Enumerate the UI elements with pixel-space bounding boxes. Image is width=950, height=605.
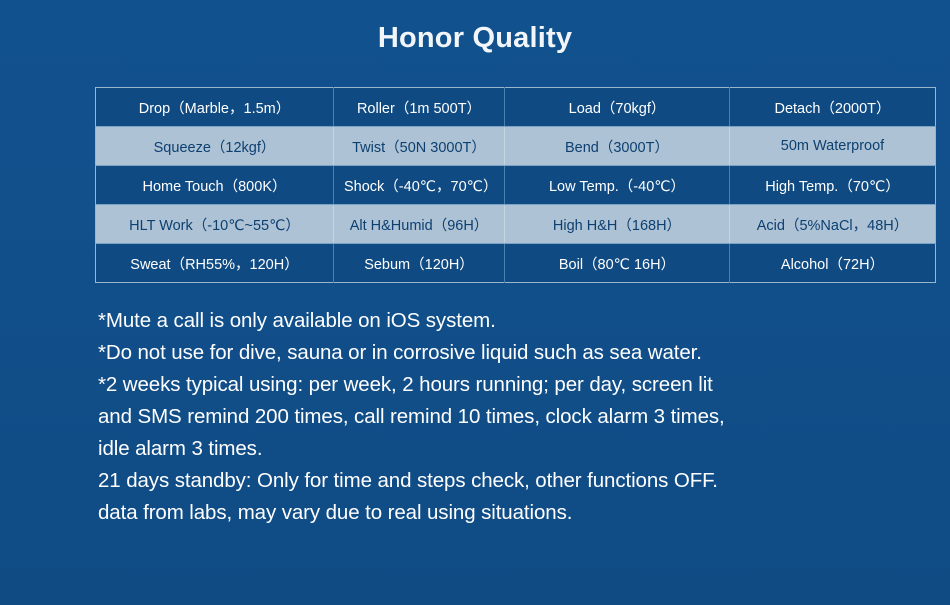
table-cell: Detach（2000T） xyxy=(729,87,936,127)
quality-spec-table: Drop（Marble，1.5m） Roller（1m 500T） Load（7… xyxy=(95,87,936,283)
footnote-line: and SMS remind 200 times, call remind 10… xyxy=(98,405,725,428)
table-cell: HLT Work（-10℃~55℃） xyxy=(95,204,334,244)
table-cell: High H&H（168H） xyxy=(504,204,730,244)
table-row: Drop（Marble，1.5m） Roller（1m 500T） Load（7… xyxy=(95,87,936,127)
table-cell: Alcohol（72H） xyxy=(729,243,936,283)
table-cell: Bend（3000T） xyxy=(504,126,730,166)
table-row: Home Touch（800K） Shock（-40℃，70℃） Low Tem… xyxy=(95,165,936,205)
quality-spec-page: Honor Quality Drop（Marble，1.5m） Roller（1… xyxy=(0,0,950,605)
table-row: HLT Work（-10℃~55℃） Alt H&Humid（96H） High… xyxy=(95,204,936,244)
table-cell: Sweat（RH55%，120H） xyxy=(95,243,334,283)
footnote-line: *Mute a call is only available on iOS sy… xyxy=(98,309,496,332)
table-cell: Acid（5%NaCl，48H） xyxy=(729,204,936,244)
table-row: Squeeze（12kgf） Twist（50N 3000T） Bend（300… xyxy=(95,126,936,166)
table-cell: Boil（80℃ 16H） xyxy=(504,243,730,283)
table-cell: 50m Waterproof xyxy=(729,126,936,166)
table-cell: Alt H&Humid（96H） xyxy=(333,204,505,244)
spec-table-body: Drop（Marble，1.5m） Roller（1m 500T） Load（7… xyxy=(95,87,936,283)
page-title: Honor Quality xyxy=(377,22,573,54)
table-row: Sweat（RH55%，120H） Sebum（120H） Boil（80℃ 1… xyxy=(95,243,936,283)
footnote-line: *Do not use for dive, sauna or in corros… xyxy=(98,341,702,364)
table-cell: Low Temp.（-40℃） xyxy=(504,165,730,205)
table-cell: Shock（-40℃，70℃） xyxy=(333,165,505,205)
footnote-line: idle alarm 3 times. xyxy=(98,437,263,460)
table-cell: Twist（50N 3000T） xyxy=(333,126,505,166)
footnote-line: *2 weeks typical using: per week, 2 hour… xyxy=(98,373,713,396)
table-cell: Squeeze（12kgf） xyxy=(95,126,334,166)
footnote-line: data from labs, may vary due to real usi… xyxy=(98,501,573,524)
table-cell: Load（70kgf） xyxy=(504,87,730,127)
footnote-line: 21 days standby: Only for time and steps… xyxy=(98,469,718,492)
table-cell: Sebum（120H） xyxy=(333,243,505,283)
table-cell: Home Touch（800K） xyxy=(95,165,334,205)
table-cell: Roller（1m 500T） xyxy=(333,87,505,127)
footnotes: *Mute a call is only available on iOS sy… xyxy=(98,305,898,529)
table-cell: High Temp.（70℃） xyxy=(729,165,936,205)
table-cell: Drop（Marble，1.5m） xyxy=(95,87,334,127)
